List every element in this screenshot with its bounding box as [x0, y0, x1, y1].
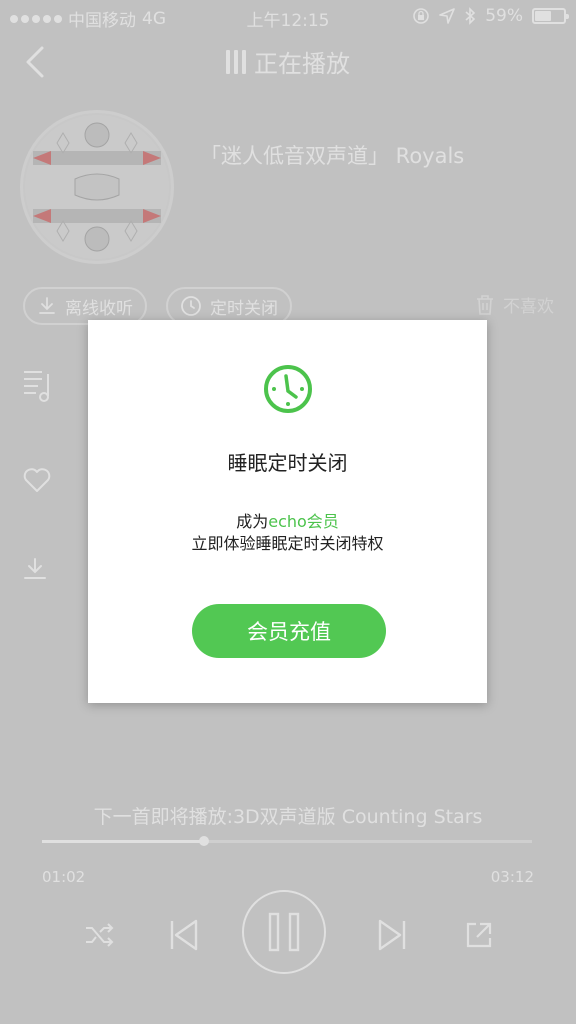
dialog-benefit-line: 立即体验睡眠定时关闭特权 — [191, 534, 384, 553]
sleep-timer-dialog: 睡眠定时关闭 成为echo会员 立即体验睡眠定时关闭特权 会员充值 — [88, 320, 487, 703]
dialog-member-highlight: echo会员 — [268, 512, 339, 531]
dialog-title: 睡眠定时关闭 — [227, 451, 348, 475]
member-recharge-button[interactable]: 会员充值 — [192, 604, 386, 658]
clock-icon — [264, 365, 312, 413]
dialog-member-line: 成为echo会员 — [88, 508, 487, 532]
dialog-member-prefix: 成为 — [236, 512, 269, 531]
now-playing-screen: 中国移动 4G 上午12:15 59% 正在播放 「迷人低音双声道」 Royal… — [0, 0, 576, 1024]
